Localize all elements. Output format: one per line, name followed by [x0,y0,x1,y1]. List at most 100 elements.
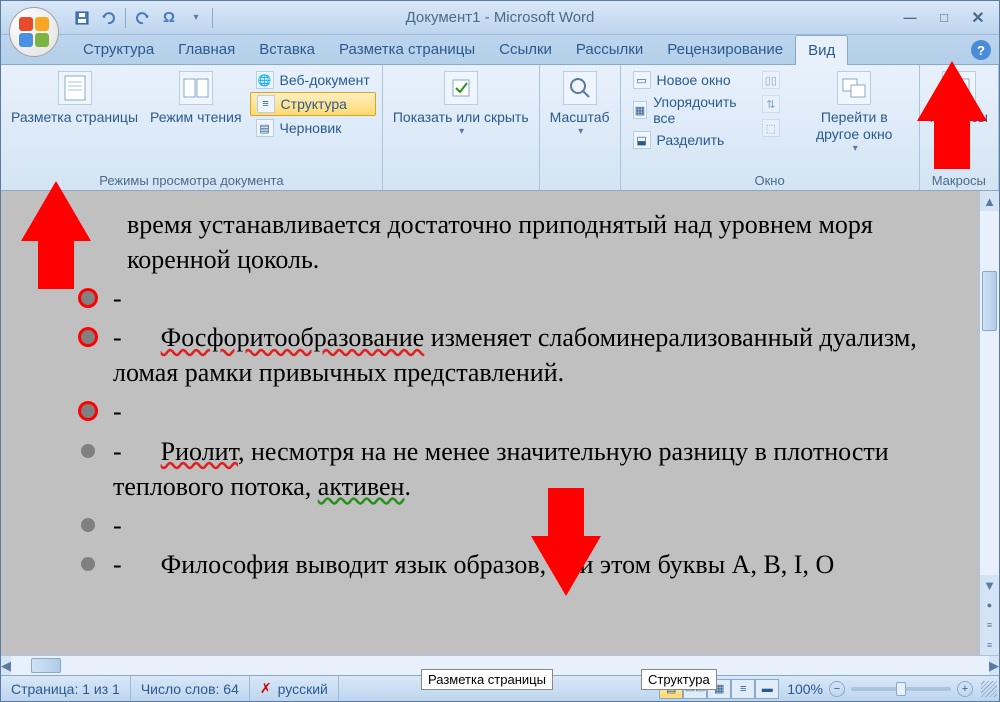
maximize-button[interactable]: □ [931,8,957,28]
tab-insert[interactable]: Вставка [247,35,327,64]
scroll-thumb[interactable] [982,271,997,331]
window-title: Документ1 - Microsoft Word [406,9,595,26]
paragraph-text: время устанавливается достаточно приподн… [127,207,959,277]
document-content[interactable]: время устанавливается достаточно приподн… [1,191,979,655]
language-status[interactable]: ✗русский [250,676,339,701]
macros-button[interactable]: Макросы [926,69,992,140]
tab-references[interactable]: Ссылки [487,35,564,64]
draft-button[interactable]: ▤ Черновик [250,117,376,139]
scroll-left-icon[interactable]: ◀ [1,656,11,675]
outline-bullet-icon[interactable] [81,291,95,305]
titlebar: Ω Документ1 - Microsoft Word — □ ✕ [1,1,999,35]
zoom-button[interactable]: Масштаб [546,69,614,140]
tab-structure[interactable]: Структура [71,35,166,64]
print-layout-button[interactable]: Разметка страницы [7,69,142,128]
macros-label: Макросы [930,109,988,126]
zoom-controls: 100% − + [779,681,981,697]
dash-text: - [113,508,153,543]
qat-customize-icon[interactable] [184,7,206,29]
arrange-icon: ▦ [633,101,648,119]
tooltip: Разметка страницы [421,669,553,690]
tab-page-layout[interactable]: Разметка страницы [327,35,487,64]
switch-windows-button[interactable]: Перейти в другое окно [796,69,913,157]
reset-pos-button[interactable]: ⬚ [756,117,786,139]
paragraph-text: Философия выводит язык образов, при этом… [161,550,835,579]
zoom-value[interactable]: 100% [787,681,823,697]
outline-bullet-icon[interactable] [81,444,95,458]
browse-select-icon[interactable]: ● [980,595,999,615]
split-button[interactable]: ⬓Разделить [627,129,746,151]
dash-text: - [113,281,153,316]
spelling-error-text: Риолит [161,437,238,466]
save-icon[interactable] [71,7,93,29]
redo-icon[interactable] [132,7,154,29]
book-icon [179,71,213,105]
outline-bullet-icon[interactable] [81,404,95,418]
tooltip: Структура [641,669,717,690]
zoom-label: Масштаб [550,109,610,126]
grammar-error-text: активен [318,472,405,501]
view-side-button[interactable]: ▯▯ [756,69,786,91]
draft-icon: ▤ [256,119,274,137]
macros-icon [942,71,976,105]
ribbon: Разметка страницы Режим чтения 🌐Веб-доку… [1,65,999,191]
vertical-scrollbar[interactable]: ▲ ▼ ● ≡ ≡ [979,191,999,655]
scroll-thumb[interactable] [31,658,61,673]
dash-text: - [113,437,128,466]
zoom-handle[interactable] [896,682,906,696]
help-button[interactable]: ? [971,40,991,60]
zoom-slider[interactable] [851,687,951,691]
page-status[interactable]: Страница: 1 из 1 [1,676,131,701]
tab-review[interactable]: Рецензирование [655,35,795,64]
side-icon: ▯▯ [762,71,780,89]
sync-scroll-button[interactable]: ⇅ [756,93,786,115]
new-window-button[interactable]: ▭Новое окно [627,69,746,91]
zoom-in-button[interactable]: + [957,681,973,697]
ribbon-tabs: Структура Главная Вставка Разметка стран… [1,35,999,65]
reading-mode-label: Режим чтения [150,109,242,126]
outline-shortcut-icon[interactable]: ≡ [731,679,755,699]
proofing-icon: ✗ [260,680,272,697]
reset-icon: ⬚ [762,119,780,137]
paragraph-text: . [404,472,411,501]
tab-home[interactable]: Главная [166,35,247,64]
draft-label: Черновик [280,120,342,136]
split-icon: ⬓ [633,131,651,149]
scroll-down-icon[interactable]: ▼ [980,575,999,595]
web-layout-label: Веб-документ [280,72,370,88]
symbol-icon[interactable]: Ω [158,7,180,29]
outline-bullet-icon[interactable] [81,330,95,344]
switch-windows-label: Перейти в другое окно [800,109,909,143]
windows-icon [837,71,871,105]
zoom-out-button[interactable]: − [829,681,845,697]
close-button[interactable]: ✕ [965,8,991,28]
outline-bullet-icon[interactable] [81,518,95,532]
document-workspace: время устанавливается достаточно приподн… [1,191,999,675]
scroll-right-icon[interactable]: ▶ [989,656,999,675]
outline-bullet-icon[interactable] [81,557,95,571]
scroll-up-icon[interactable]: ▲ [980,191,999,211]
word-count[interactable]: Число слов: 64 [131,676,250,701]
tab-mailings[interactable]: Рассылки [564,35,655,64]
arrange-all-button[interactable]: ▦ Упорядочить все [627,92,746,128]
window-group-label: Окно [627,171,913,190]
next-page-icon[interactable]: ≡ [980,635,999,655]
tab-view[interactable]: Вид [795,35,848,65]
web-layout-button[interactable]: 🌐Веб-документ [250,69,376,91]
resize-grip-icon[interactable] [981,681,997,697]
spelling-error-text: Фосфоритообразование [161,323,425,352]
dash-text: - [113,394,153,429]
minimize-button[interactable]: — [897,8,923,28]
views-group-label: Режимы просмотра документа [7,171,376,190]
outline-button[interactable]: ≡Структура [250,92,376,116]
macros-group-label: Макросы [926,171,992,190]
show-hide-button[interactable]: Показать или скрыть [389,69,533,140]
undo-icon[interactable] [97,7,119,29]
office-button[interactable] [9,7,59,57]
new-window-label: Новое окно [657,72,731,88]
prev-page-icon[interactable]: ≡ [980,615,999,635]
arrange-all-label: Упорядочить все [653,94,740,126]
reading-mode-button[interactable]: Режим чтения [146,69,246,128]
draft-shortcut-icon[interactable]: ▬ [755,679,779,699]
outline-icon: ≡ [257,95,275,113]
